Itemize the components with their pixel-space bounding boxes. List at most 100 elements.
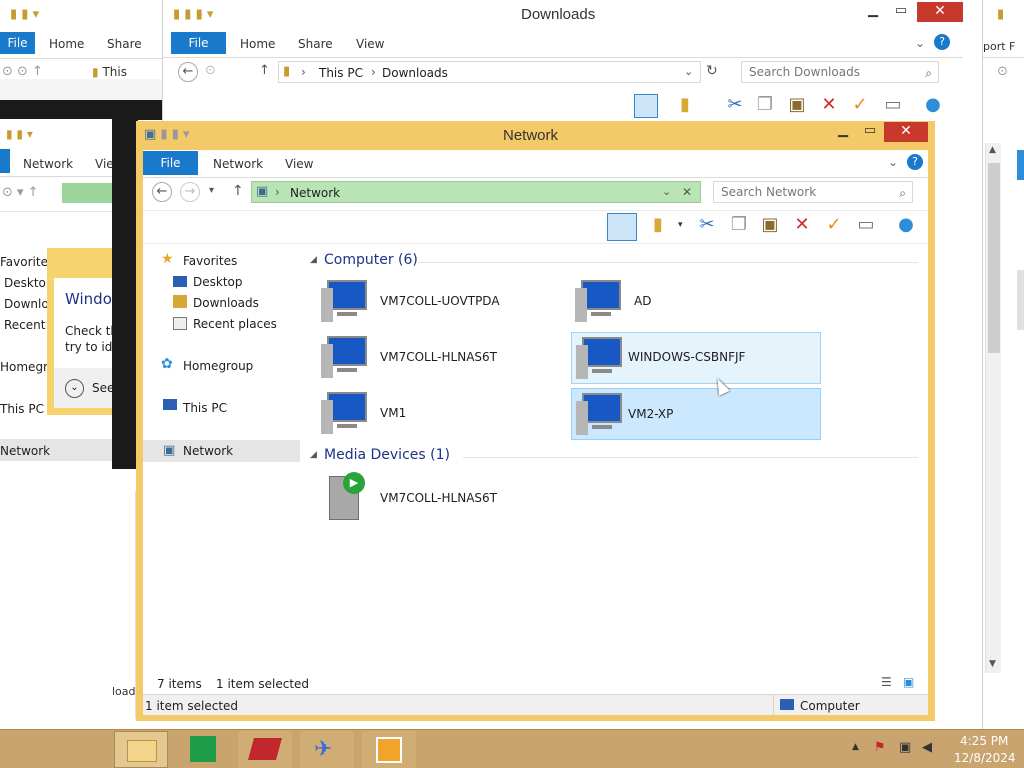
chevron-down-icon[interactable]: ⌄ bbox=[662, 185, 671, 198]
bg-nav-thispc[interactable]: This PC bbox=[0, 402, 44, 416]
list-item[interactable]: VM7COLL-HLNAS6T bbox=[317, 334, 537, 382]
group-header-media-devices[interactable]: Media Devices (1) bbox=[324, 447, 450, 463]
network-network-tab[interactable]: Network bbox=[213, 157, 263, 171]
downloads-breadcrumb-thispc[interactable]: This PC bbox=[319, 66, 363, 80]
rename-icon[interactable]: ▭ bbox=[881, 94, 905, 118]
paste-icon[interactable]: ▣ bbox=[758, 214, 782, 238]
bg-left-nav-arrows[interactable]: ⊙ ⊙ ↑ bbox=[2, 64, 43, 79]
downloads-close-button[interactable]: ✕ bbox=[917, 2, 963, 22]
delete-icon[interactable]: ✕ bbox=[817, 94, 841, 118]
group-header-computer[interactable]: Computer (6) bbox=[324, 252, 418, 268]
network-close-button[interactable]: ✕ bbox=[884, 122, 928, 142]
taskbar-media-button[interactable] bbox=[362, 731, 416, 768]
copy-icon[interactable]: ❐ bbox=[753, 94, 777, 118]
tray-date[interactable]: 12/8/2024 bbox=[954, 751, 1016, 765]
network-file-tab[interactable]: File bbox=[143, 151, 198, 175]
downloads-breadcrumb-downloads[interactable]: Downloads bbox=[382, 66, 448, 80]
bg-left-home-tab[interactable]: Home bbox=[49, 37, 84, 51]
taskbar-store-button[interactable] bbox=[176, 731, 230, 768]
chevron-down-icon[interactable]: ⌄ bbox=[915, 36, 925, 50]
details-view-icon[interactable]: ☰ bbox=[881, 675, 892, 689]
volume-icon[interactable]: ◀ bbox=[922, 740, 932, 755]
checkmark-icon[interactable]: ✓ bbox=[822, 214, 846, 238]
network-view-tab[interactable]: View bbox=[285, 157, 313, 171]
rename-icon[interactable]: ▭ bbox=[854, 214, 878, 238]
preview-pane-icon[interactable] bbox=[607, 213, 637, 241]
bg-nav-network[interactable]: Network bbox=[0, 444, 50, 458]
copy-icon[interactable]: ❐ bbox=[727, 214, 751, 238]
recent-locations-icon[interactable]: ▾ bbox=[209, 185, 214, 196]
preview-pane-icon[interactable] bbox=[634, 94, 658, 118]
nav-favorites[interactable]: Favorites bbox=[183, 254, 237, 268]
chevron-down-icon[interactable]: ⌄ bbox=[888, 155, 898, 169]
large-icons-view-icon[interactable]: ▣ bbox=[903, 675, 914, 689]
network-address-bar[interactable]: ▣ › Network ⌄ ✕ bbox=[251, 181, 701, 203]
delete-icon[interactable]: ✕ bbox=[790, 214, 814, 238]
network-up-button[interactable]: ↑ bbox=[232, 183, 244, 199]
network-maximize-button[interactable]: ▭ bbox=[857, 122, 883, 142]
taskbar-file-explorer-button[interactable] bbox=[114, 731, 168, 768]
list-item-selected[interactable]: VM2-XP bbox=[571, 388, 821, 440]
refresh-icon[interactable]: ↻ bbox=[706, 63, 718, 79]
network-minimize-button[interactable]: ▁ bbox=[830, 122, 856, 142]
network-forward-button[interactable]: → bbox=[180, 182, 200, 202]
background-scrollbar[interactable]: ▲ ▼ bbox=[985, 143, 1001, 673]
folder-properties-icon[interactable]: ▮ bbox=[646, 214, 670, 238]
computer-icon bbox=[321, 334, 369, 378]
downloads-maximize-button[interactable]: ▭ bbox=[888, 2, 914, 22]
downloads-file-tab[interactable]: File bbox=[171, 32, 226, 54]
bg-network-tab[interactable]: Network bbox=[23, 157, 73, 171]
computer-icon bbox=[321, 278, 369, 322]
cut-icon[interactable]: ✂ bbox=[723, 94, 747, 118]
cut-icon[interactable]: ✂ bbox=[695, 214, 719, 238]
globe-icon[interactable]: ● bbox=[894, 214, 918, 238]
tray-time[interactable]: 4:25 PM bbox=[960, 734, 1008, 748]
tray-overflow-icon[interactable]: ▲ bbox=[852, 742, 859, 752]
help-icon[interactable]: ? bbox=[907, 154, 923, 170]
nav-desktop[interactable]: Desktop bbox=[193, 275, 243, 289]
action-center-icon[interactable]: ⚑ bbox=[874, 740, 886, 755]
downloads-up-button[interactable]: ↑ bbox=[259, 63, 270, 78]
nav-recent-places[interactable]: Recent places bbox=[193, 317, 277, 331]
bg-left-share-tab[interactable]: Share bbox=[107, 37, 142, 51]
downloads-search-input[interactable]: Search Downloads ⌕ bbox=[741, 61, 939, 83]
downloads-home-tab[interactable]: Home bbox=[240, 37, 275, 51]
checkmark-icon[interactable]: ✓ bbox=[848, 94, 872, 118]
clear-address-icon[interactable]: ✕ bbox=[682, 185, 692, 199]
taskbar-app-bird-button[interactable]: ✈ bbox=[300, 731, 354, 768]
network-tray-icon[interactable]: ▣ bbox=[899, 740, 911, 755]
list-item[interactable]: AD bbox=[571, 278, 821, 326]
nav-downloads[interactable]: Downloads bbox=[193, 296, 259, 310]
taskbar-app-red-button[interactable] bbox=[238, 731, 292, 768]
navigation-pane: ★ Favorites Desktop Downloads Recent pla… bbox=[143, 244, 301, 674]
network-search-input[interactable]: Search Network ⌕ bbox=[713, 181, 913, 203]
list-item-hovered[interactable]: WINDOWS-CSBNFJF bbox=[571, 332, 821, 384]
downloads-address-bar[interactable]: ▮ › This PC › Downloads ⌄ bbox=[278, 61, 701, 83]
downloads-share-tab[interactable]: Share bbox=[298, 37, 333, 51]
downloads-minimize-button[interactable]: ▁ bbox=[860, 2, 886, 22]
collapse-arrow-icon[interactable]: ◢ bbox=[310, 450, 317, 460]
chevron-down-icon[interactable]: ⌄ bbox=[65, 379, 84, 398]
globe-icon[interactable]: ● bbox=[921, 94, 945, 118]
bg-left-file-tab[interactable]: File bbox=[0, 32, 35, 54]
list-item[interactable]: VM1 bbox=[317, 390, 537, 438]
network-back-button[interactable]: ← bbox=[152, 182, 172, 202]
list-item[interactable]: ▶ VM7COLL-HLNAS6T bbox=[317, 472, 557, 524]
nav-this-pc[interactable]: This PC bbox=[183, 401, 227, 415]
collapse-arrow-icon[interactable]: ◢ bbox=[310, 255, 317, 265]
computer-icon bbox=[576, 335, 624, 379]
help-icon[interactable]: ? bbox=[934, 34, 950, 50]
downloads-back-button[interactable]: ← bbox=[178, 62, 198, 82]
paste-icon[interactable]: ▣ bbox=[785, 94, 809, 118]
folder-properties-icon[interactable]: ▮ bbox=[673, 94, 697, 118]
downloads-forward-button[interactable]: ⊙ bbox=[205, 63, 216, 78]
desktop-icon bbox=[173, 276, 187, 287]
chevron-down-icon[interactable]: ▾ bbox=[678, 220, 683, 230]
list-item[interactable]: VM7COLL-UOVTPDA bbox=[317, 278, 537, 326]
nav-homegroup[interactable]: Homegroup bbox=[183, 359, 253, 373]
downloads-view-tab[interactable]: View bbox=[356, 37, 384, 51]
nav-network-selected[interactable]: ▣ Network bbox=[143, 440, 300, 462]
network-breadcrumb[interactable]: Network bbox=[290, 186, 340, 200]
network-icon: ▣ bbox=[256, 184, 269, 199]
chevron-down-icon[interactable]: ⌄ bbox=[684, 65, 693, 78]
